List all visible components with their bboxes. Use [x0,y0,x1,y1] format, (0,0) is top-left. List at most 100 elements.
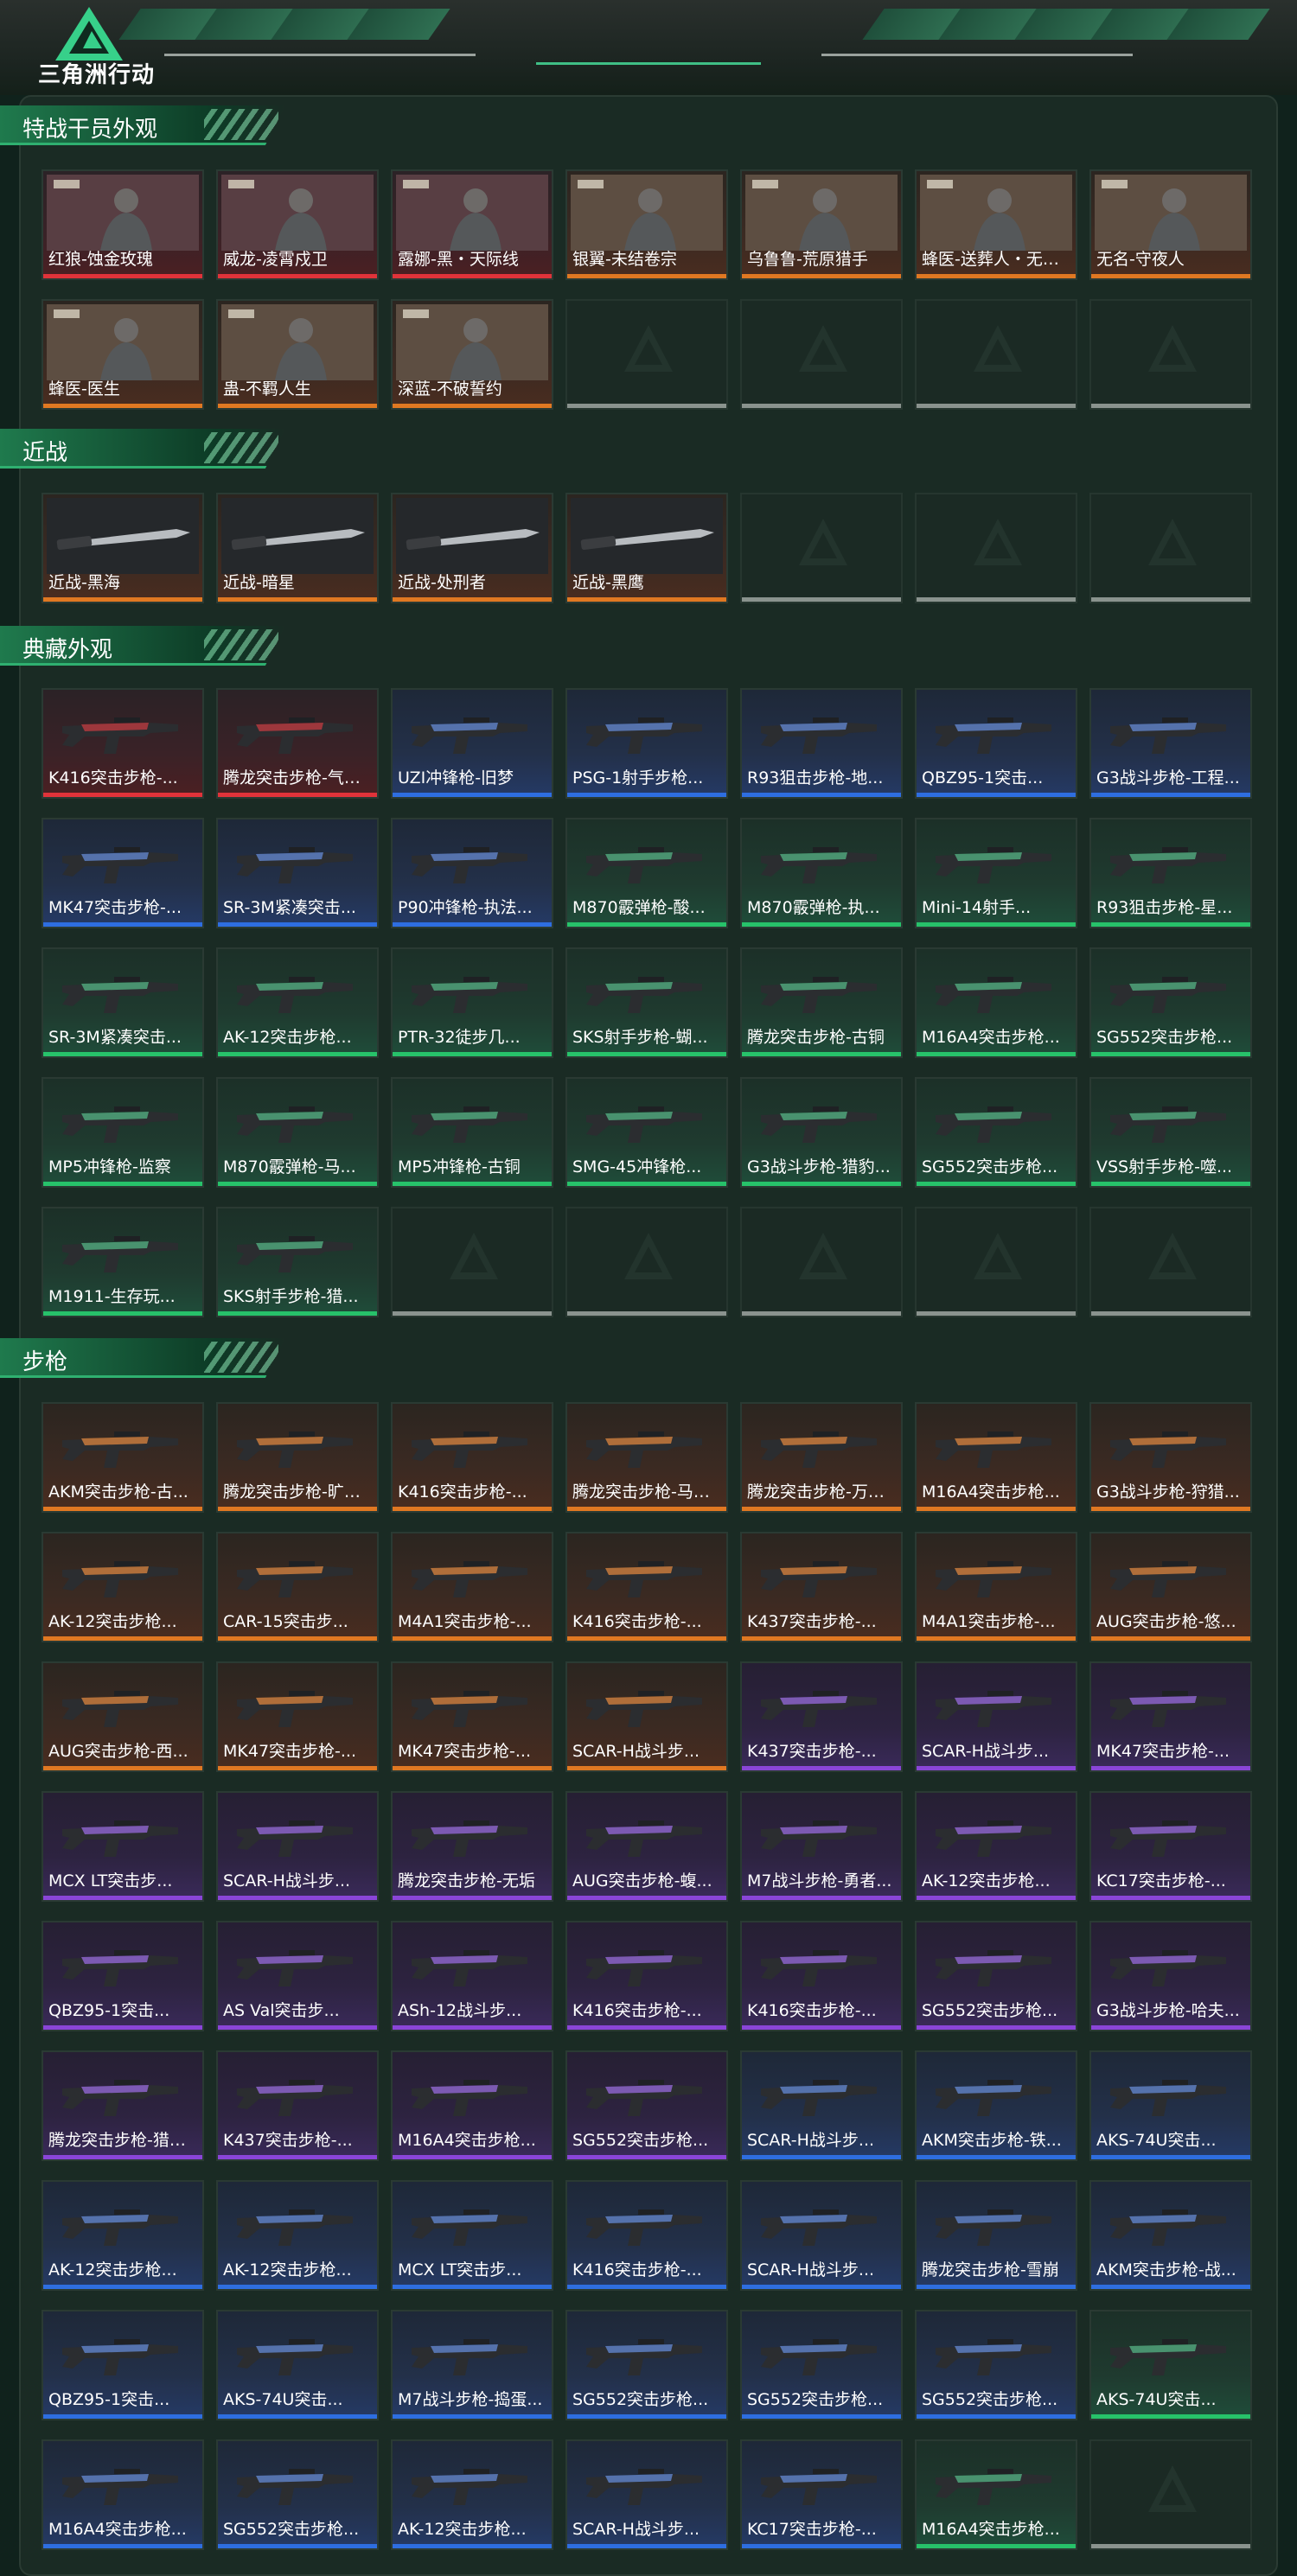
skin-card[interactable]: SMG-45冲锋枪... [565,1077,728,1188]
skin-card[interactable]: G3战斗步枪-工程... [1089,688,1252,799]
skin-card[interactable]: AKS-74U突击... [216,2310,379,2420]
skin-card[interactable]: ASh-12战斗步... [391,1921,553,2031]
skin-card[interactable]: SCAR-H战斗步... [216,1791,379,1902]
skin-card[interactable]: AKM突击步枪-战... [1089,2180,1252,2291]
skin-card[interactable]: 近战-暗星 [216,493,379,603]
skin-card[interactable]: 露娜-黑・天际线 [391,169,553,280]
skin-card[interactable]: SR-3M紧凑突击... [216,818,379,928]
skin-card[interactable]: MK47突击步枪-... [1089,1661,1252,1772]
skin-card[interactable]: M7战斗步枪-捣蛋... [391,2310,553,2420]
skin-card[interactable]: 近战-处刑者 [391,493,553,603]
skin-card[interactable]: Mini-14射手... [915,818,1077,928]
skin-card[interactable]: AK-12突击步枪... [216,947,379,1058]
skin-card[interactable]: K416突击步枪-... [565,1921,728,2031]
skin-card[interactable]: QBZ95-1突击... [42,1921,204,2031]
skin-card[interactable]: G3战斗步枪-哈夫... [1089,1921,1252,2031]
skin-card[interactable]: SG552突击步枪... [740,2310,903,2420]
skin-card[interactable]: AUG突击步枪-西... [42,1661,204,1772]
skin-card[interactable]: AK-12突击步枪... [42,1532,204,1642]
skin-card[interactable]: MCX LT突击步... [42,1791,204,1902]
skin-card[interactable]: MP5冲锋枪-监察 [42,1077,204,1188]
skin-card[interactable]: R93狙击步枪-地... [740,688,903,799]
skin-card[interactable]: MP5冲锋枪-古铜 [391,1077,553,1188]
skin-card[interactable]: M16A4突击步枪... [915,1402,1077,1513]
skin-card[interactable]: 威龙-凌霄戍卫 [216,169,379,280]
skin-card[interactable]: M16A4突击步枪... [915,947,1077,1058]
skin-card[interactable]: AK-12突击步枪... [391,2439,553,2550]
skin-card[interactable]: SCAR-H战斗步... [740,2180,903,2291]
skin-card[interactable]: 腾龙突击步枪-旷野... [216,1402,379,1513]
skin-card[interactable]: M7战斗步枪-勇者... [740,1791,903,1902]
skin-card[interactable]: 腾龙突击步枪-无垢 [391,1791,553,1902]
skin-card[interactable]: G3战斗步枪-猎豹... [740,1077,903,1188]
skin-card[interactable]: SG552突击步枪... [216,2439,379,2550]
skin-card[interactable]: 深蓝-不破誓约 [391,299,553,410]
skin-card[interactable]: AK-12突击步枪... [42,2180,204,2291]
skin-card[interactable]: MK47突击步枪-... [42,818,204,928]
skin-card[interactable]: AKS-74U突击... [1089,2050,1252,2161]
skin-card[interactable]: AKM突击步枪-铁... [915,2050,1077,2161]
skin-card[interactable]: PTR-32徒步几... [391,947,553,1058]
skin-card[interactable]: SG552突击步枪... [915,2310,1077,2420]
skin-card[interactable]: AKS-74U突击... [1089,2310,1252,2420]
skin-card[interactable]: K416突击步枪-... [565,1532,728,1642]
skin-card[interactable]: M4A1突击步枪-... [391,1532,553,1642]
skin-card[interactable]: SG552突击步枪... [565,2310,728,2420]
skin-card[interactable]: M4A1突击步枪-... [915,1532,1077,1642]
skin-card[interactable]: R93狙击步枪-星... [1089,818,1252,928]
skin-card[interactable]: 腾龙突击步枪-猎鳄... [42,2050,204,2161]
skin-card[interactable]: K437突击步枪-... [740,1661,903,1772]
skin-card[interactable]: 腾龙突击步枪-马年... [565,1402,728,1513]
skin-card[interactable]: 近战-黑鹰 [565,493,728,603]
skin-card[interactable]: AUG突击步枪-悠... [1089,1532,1252,1642]
skin-card[interactable]: SCAR-H战斗步... [565,2439,728,2550]
skin-card[interactable]: AK-12突击步枪... [216,2180,379,2291]
skin-card[interactable]: MCX LT突击步... [391,2180,553,2291]
skin-card[interactable]: SKS射手步枪-猎... [216,1207,379,1317]
skin-card[interactable]: UZI冲锋枪-旧梦 [391,688,553,799]
skin-card[interactable]: M870霰弹枪-执... [740,818,903,928]
skin-card[interactable]: G3战斗步枪-狩猎... [1089,1402,1252,1513]
skin-card[interactable]: SG552突击步枪... [915,1921,1077,2031]
skin-card[interactable]: K416突击步枪-... [42,688,204,799]
skin-card[interactable]: SCAR-H战斗步... [740,2050,903,2161]
skin-card[interactable]: AS Val突击步... [216,1921,379,2031]
skin-card[interactable]: K416突击步枪-... [565,2180,728,2291]
skin-card[interactable]: 近战-黑海 [42,493,204,603]
skin-card[interactable]: K437突击步枪-... [216,2050,379,2161]
skin-card[interactable]: M16A4突击步枪... [915,2439,1077,2550]
skin-card[interactable]: 银翼-未结卷宗 [565,169,728,280]
skin-card[interactable]: M870霰弹枪-马... [216,1077,379,1188]
skin-card[interactable]: SG552突击步枪... [1089,947,1252,1058]
skin-card[interactable]: 腾龙突击步枪-气象... [216,688,379,799]
skin-card[interactable]: M16A4突击步枪... [391,2050,553,2161]
skin-card[interactable]: CAR-15突击步... [216,1532,379,1642]
skin-card[interactable]: 腾龙突击步枪-古铜 [740,947,903,1058]
skin-card[interactable]: SCAR-H战斗步... [565,1661,728,1772]
skin-card[interactable]: VSS射手步枪-噬... [1089,1077,1252,1188]
skin-card[interactable]: KC17突击步枪-... [1089,1791,1252,1902]
skin-card[interactable]: M1911-生存玩... [42,1207,204,1317]
skin-card[interactable]: SCAR-H战斗步... [915,1661,1077,1772]
skin-card[interactable]: 蜂医-医生 [42,299,204,410]
skin-card[interactable]: 乌鲁鲁-荒原猎手 [740,169,903,280]
skin-card[interactable]: 红狼-蚀金玫瑰 [42,169,204,280]
skin-card[interactable]: QBZ95-1突击... [915,688,1077,799]
skin-card[interactable]: 蜂医-送葬人・无题... [915,169,1077,280]
skin-card[interactable]: 蛊-不羁人生 [216,299,379,410]
skin-card[interactable]: KC17突击步枪-... [740,2439,903,2550]
skin-card[interactable]: K437突击步枪-... [740,1532,903,1642]
skin-card[interactable]: 腾龙突击步枪-万金... [740,1402,903,1513]
skin-card[interactable]: M16A4突击步枪... [42,2439,204,2550]
skin-card[interactable]: 无名-守夜人 [1089,169,1252,280]
skin-card[interactable]: 腾龙突击步枪-雪崩 [915,2180,1077,2291]
skin-card[interactable]: MK47突击步枪-... [216,1661,379,1772]
skin-card[interactable]: SR-3M紧凑突击... [42,947,204,1058]
skin-card[interactable]: PSG-1射手步枪... [565,688,728,799]
skin-card[interactable]: QBZ95-1突击... [42,2310,204,2420]
skin-card[interactable]: SG552突击步枪... [915,1077,1077,1188]
skin-card[interactable]: SG552突击步枪... [565,2050,728,2161]
skin-card[interactable]: AK-12突击步枪... [915,1791,1077,1902]
skin-card[interactable]: K416突击步枪-... [740,1921,903,2031]
skin-card[interactable]: AUG突击步枪-蝮... [565,1791,728,1902]
